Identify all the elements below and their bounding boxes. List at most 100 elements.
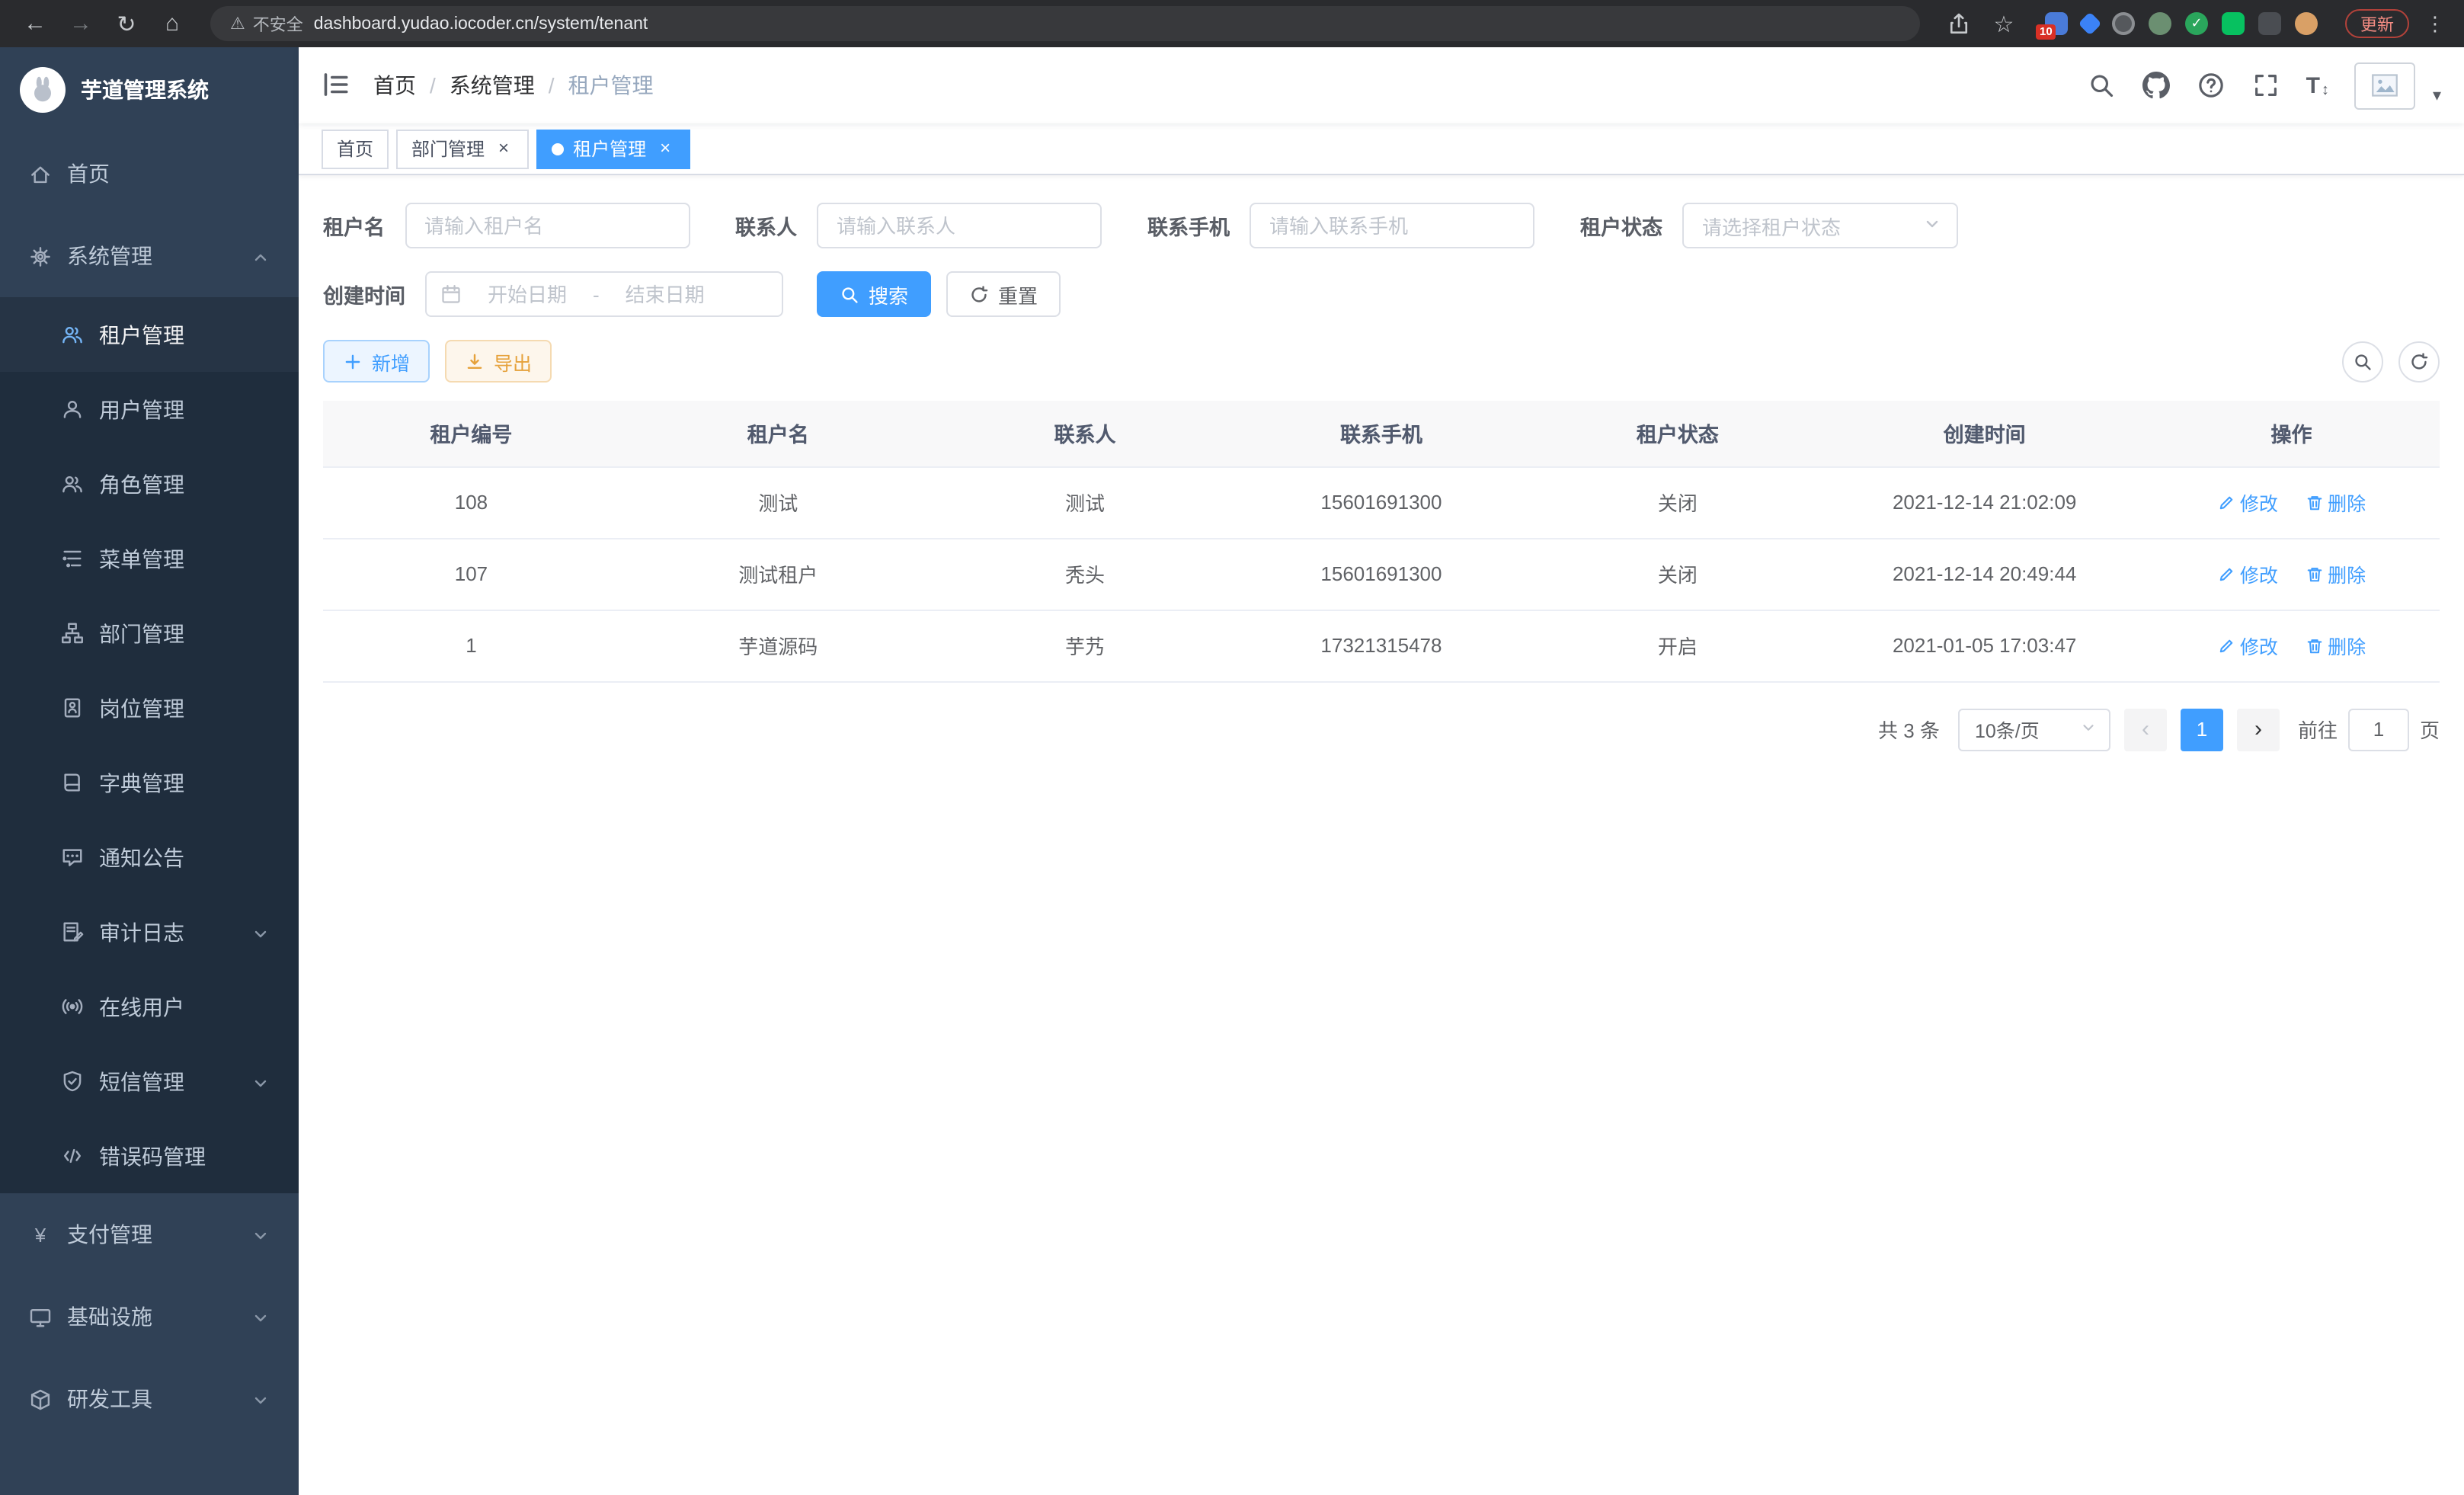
browser-forward-icon[interactable]: → <box>61 5 101 42</box>
table-row: 108 测试 测试 15601691300 关闭 2021-12-14 21:0… <box>323 466 2440 538</box>
bookmark-star-icon[interactable]: ☆ <box>1984 5 2024 42</box>
edit-button[interactable]: 修改 <box>2217 488 2278 517</box>
contact-label: 联系人 <box>735 210 797 241</box>
column-header: 联系人 <box>937 401 1234 466</box>
page-number-active[interactable]: 1 <box>2181 708 2223 751</box>
yen-icon: ¥ <box>29 1223 52 1246</box>
search-icon[interactable] <box>2087 71 2116 100</box>
browser-back-icon[interactable]: ← <box>15 5 55 42</box>
plus-icon <box>343 351 363 371</box>
book-icon <box>61 771 84 794</box>
close-icon[interactable]: × <box>494 139 514 158</box>
browser-menu-icon[interactable]: ⋮ <box>2421 11 2449 36</box>
calendar-icon <box>440 283 462 305</box>
browser-reload-icon[interactable]: ↻ <box>107 5 146 42</box>
shield-icon <box>61 1070 84 1093</box>
date-start-input[interactable] <box>469 283 585 306</box>
extension-icon[interactable] <box>2112 12 2135 35</box>
share-icon[interactable] <box>1938 5 1978 42</box>
delete-button[interactable]: 删除 <box>2305 631 2366 660</box>
page-size-select[interactable]: 10条/页 <box>1958 708 2110 751</box>
sidebar-item-online-user[interactable]: 在线用户 <box>0 969 299 1044</box>
extension-icon[interactable]: ✓ <box>2185 12 2208 35</box>
sidebar-item-dept[interactable]: 部门管理 <box>0 596 299 671</box>
delete-button[interactable]: 删除 <box>2305 488 2366 517</box>
sidebar-item-tenant[interactable]: 租户管理 <box>0 297 299 372</box>
breadcrumb-separator: / <box>549 73 555 98</box>
chevron-down-icon <box>251 1308 270 1326</box>
sidebar-item-user[interactable]: 用户管理 <box>0 372 299 447</box>
sidebar-item-system[interactable]: 系统管理 <box>0 215 299 297</box>
sidebar-logo-row[interactable]: 芋道管理系统 <box>0 47 299 133</box>
breadcrumb-item[interactable]: 系统管理 <box>450 70 535 101</box>
extension-icon[interactable] <box>2078 11 2101 35</box>
sidebar-item-label: 研发工具 <box>67 1384 152 1414</box>
edit-button[interactable]: 修改 <box>2217 631 2278 660</box>
phone-input[interactable] <box>1250 203 1534 248</box>
contact-input[interactable] <box>817 203 1102 248</box>
extension-icon[interactable]: 10 <box>2045 12 2068 35</box>
date-range-picker[interactable]: - <box>425 271 783 317</box>
sidebar-item-label: 租户管理 <box>99 319 184 350</box>
sidebar-item-dev-tools[interactable]: 研发工具 <box>0 1358 299 1440</box>
browser-home-icon[interactable]: ⌂ <box>152 5 192 42</box>
sidebar-item-role[interactable]: 角色管理 <box>0 447 299 521</box>
sidebar-item-payment[interactable]: ¥ 支付管理 <box>0 1193 299 1276</box>
avatar-caret-icon[interactable]: ▾ <box>2433 85 2441 109</box>
font-size-icon[interactable]: T↕ <box>2306 72 2329 98</box>
sidebar-item-home[interactable]: 首页 <box>0 133 299 215</box>
cell-created: 2021-01-05 17:03:47 <box>1826 610 2143 681</box>
sidebar-item-label: 基础设施 <box>67 1301 152 1332</box>
tab-label: 首页 <box>337 136 373 162</box>
sidebar-item-dict[interactable]: 字典管理 <box>0 745 299 820</box>
github-icon[interactable] <box>2142 71 2171 100</box>
sidebar-item-label: 用户管理 <box>99 394 184 424</box>
status-select[interactable]: 请选择租户状态 <box>1682 203 1958 248</box>
search-toggle-button[interactable] <box>2342 341 2383 382</box>
refresh-button[interactable] <box>2398 341 2440 382</box>
address-bar[interactable]: ⚠ 不安全 dashboard.yudao.iocoder.cn/system/… <box>210 6 1920 41</box>
sidebar-item-label: 短信管理 <box>99 1066 184 1096</box>
goto-page-input[interactable] <box>2348 708 2409 751</box>
extension-icon[interactable] <box>2149 12 2171 35</box>
help-icon[interactable] <box>2197 71 2226 100</box>
sidebar-item-sms[interactable]: 短信管理 <box>0 1044 299 1119</box>
date-end-input[interactable] <box>607 283 723 306</box>
next-page-button[interactable]: › <box>2237 708 2280 751</box>
close-icon[interactable]: × <box>655 139 675 158</box>
prev-page-button[interactable]: ‹ <box>2124 708 2167 751</box>
export-button[interactable]: 导出 <box>445 340 552 383</box>
sidebar-item-menu[interactable]: 菜单管理 <box>0 521 299 596</box>
tab-home[interactable]: 首页 <box>322 129 389 168</box>
tenant-table: 租户编号 租户名 联系人 联系手机 租户状态 创建时间 操作 108 测试 <box>323 401 2440 682</box>
reset-button[interactable]: 重置 <box>946 271 1061 317</box>
add-button[interactable]: 新增 <box>323 340 430 383</box>
browser-update-button[interactable]: 更新 <box>2345 9 2409 38</box>
breadcrumb-item[interactable]: 首页 <box>373 70 416 101</box>
sidebar-item-label: 通知公告 <box>99 842 184 872</box>
tenant-name-input[interactable] <box>405 203 690 248</box>
extension-icon[interactable] <box>2258 12 2281 35</box>
sidebar-item-label: 字典管理 <box>99 767 184 798</box>
extension-icon[interactable] <box>2222 12 2245 35</box>
sidebar-item-error-code[interactable]: 错误码管理 <box>0 1119 299 1193</box>
search-button[interactable]: 搜索 <box>817 271 931 317</box>
edit-button[interactable]: 修改 <box>2217 559 2278 588</box>
extension-icon[interactable] <box>2295 12 2318 35</box>
phone-label: 联系手机 <box>1147 210 1230 241</box>
avatar[interactable] <box>2355 62 2416 109</box>
sidebar-item-infra[interactable]: 基础设施 <box>0 1276 299 1358</box>
filter-row-1: 租户名 联系人 联系手机 租户状态 请选择租户状态 <box>323 203 2440 248</box>
sidebar-toggle-icon[interactable] <box>322 70 352 101</box>
fullscreen-icon[interactable] <box>2251 71 2280 100</box>
sidebar-item-audit-log[interactable]: 审计日志 <box>0 895 299 969</box>
sidebar-item-post[interactable]: 岗位管理 <box>0 671 299 745</box>
sidebar-item-label: 首页 <box>67 158 110 189</box>
sidebar-item-notice[interactable]: 通知公告 <box>0 820 299 895</box>
tab-tenant[interactable]: 租户管理 × <box>536 129 690 168</box>
tab-dept[interactable]: 部门管理 × <box>396 129 529 168</box>
delete-button[interactable]: 删除 <box>2305 559 2366 588</box>
tags-view-bar: 首页 部门管理 × 租户管理 × <box>299 123 2464 175</box>
badge-icon <box>61 696 84 719</box>
log-icon <box>61 920 84 943</box>
